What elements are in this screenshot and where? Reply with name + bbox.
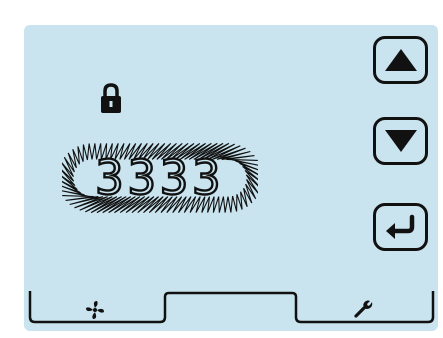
- wrench-icon: [354, 300, 373, 318]
- up-button[interactable]: [373, 36, 428, 84]
- arrow-down-icon: [384, 130, 417, 152]
- fan-icon: [86, 301, 104, 319]
- pin-code-display: 3333: [62, 130, 258, 226]
- tab-blank[interactable]: [166, 294, 295, 322]
- pin-code-value: 3333: [94, 149, 225, 206]
- arrow-up-icon: [384, 49, 417, 71]
- enter-return-icon: [385, 214, 414, 239]
- lock-icon: [101, 83, 121, 113]
- down-button[interactable]: [373, 117, 428, 165]
- enter-button[interactable]: [373, 203, 428, 251]
